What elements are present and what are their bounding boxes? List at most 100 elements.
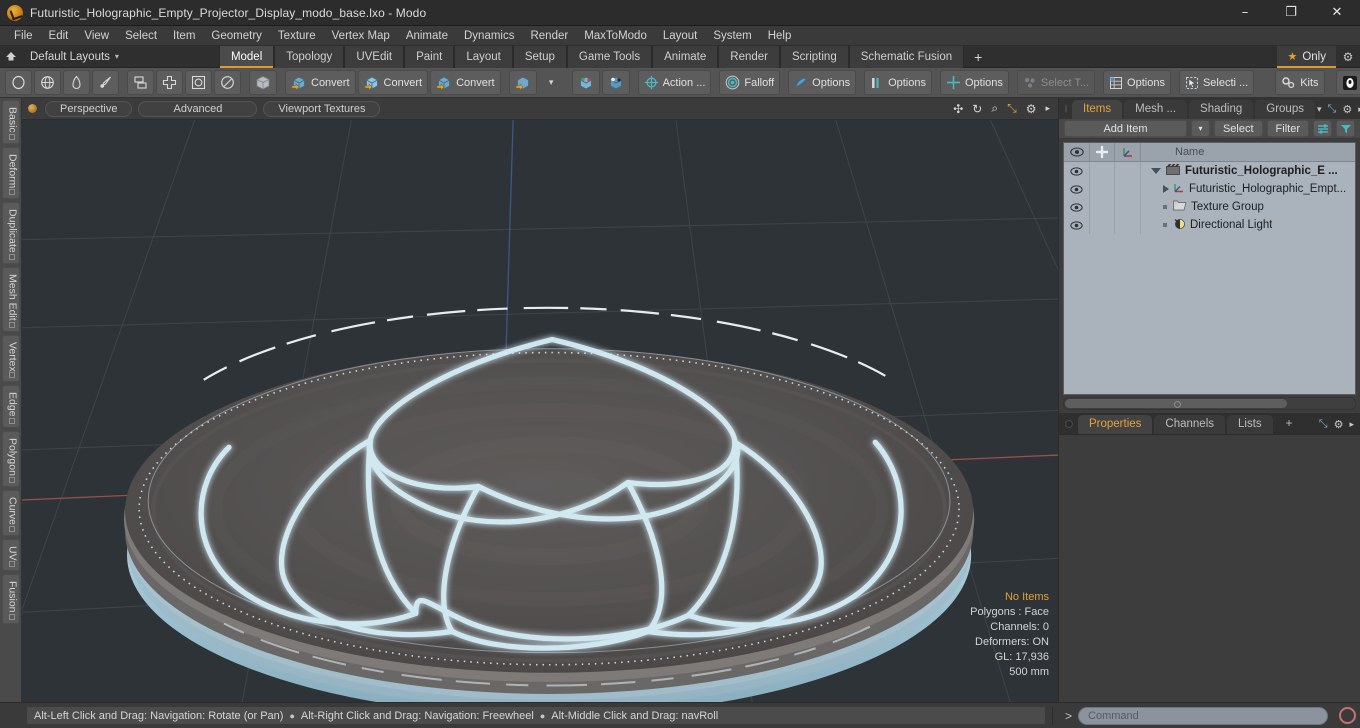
sidebar-item-duplicate[interactable]: Duplicate: [1, 202, 20, 264]
item-row-mesh[interactable]: Futuristic_Holographic_Empt...: [1141, 182, 1346, 196]
minimize-button[interactable]: –: [1222, 0, 1268, 26]
viewport-shading-button[interactable]: Advanced: [138, 100, 258, 117]
properties-more-icon[interactable]: ▸: [1349, 419, 1354, 430]
menu-geometry[interactable]: Geometry: [203, 26, 270, 46]
tab-game-tools[interactable]: Game Tools: [566, 45, 653, 68]
record-macro-icon[interactable]: [1339, 707, 1357, 724]
convert-button-2[interactable]: Convert: [357, 70, 429, 95]
tab-dropdown-icon[interactable]: ▾: [1317, 104, 1322, 115]
options-button-4[interactable]: Options: [1103, 70, 1171, 95]
sidebar-item-mesh-edit[interactable]: Mesh Edit: [1, 266, 20, 332]
pan-icon[interactable]: ✣: [953, 102, 963, 116]
viewport-textures-button[interactable]: Viewport Textures: [263, 100, 381, 117]
item-list[interactable]: Name Futuristic_Holographic_E ... Futuri…: [1063, 142, 1356, 395]
default-layouts-dropdown[interactable]: Default Layouts ▾: [22, 51, 127, 63]
cube-grey-icon[interactable]: [249, 70, 277, 95]
tab-paint[interactable]: Paint: [404, 45, 455, 68]
rotate-icon[interactable]: ↻: [972, 102, 982, 116]
snap-cube-icon[interactable]: [571, 70, 600, 95]
sidebar-item-fusion[interactable]: Fusion: [1, 574, 20, 624]
row-channel-cell[interactable]: [1090, 216, 1115, 234]
properties-content-area[interactable]: [1059, 434, 1360, 702]
expander-down-icon[interactable]: [1151, 168, 1161, 174]
mirror-icon[interactable]: [127, 70, 154, 95]
row-transform-cell[interactable]: [1115, 198, 1141, 216]
tab-uvedit[interactable]: UVEdit: [344, 45, 405, 68]
tab-channels[interactable]: Channels: [1154, 415, 1226, 434]
tab-items[interactable]: Items: [1072, 100, 1123, 119]
menu-vertex-map[interactable]: Vertex Map: [324, 26, 398, 46]
viewport-active-dot[interactable]: [28, 104, 37, 113]
smooth-icon[interactable]: [214, 70, 241, 95]
viewport-more-icon[interactable]: ▸: [1045, 103, 1050, 114]
fit-icon[interactable]: ⤡: [1007, 101, 1017, 116]
close-button[interactable]: ✕: [1314, 0, 1360, 26]
tab-mesh[interactable]: Mesh ...: [1124, 100, 1188, 119]
sidebar-item-polygon[interactable]: Polygon: [1, 430, 20, 487]
menu-render[interactable]: Render: [522, 26, 576, 46]
tab-model[interactable]: Model: [218, 45, 275, 68]
list-options-icon[interactable]: [1313, 120, 1332, 137]
convert-button-1[interactable]: Convert: [285, 70, 356, 95]
item-row-scene[interactable]: Futuristic_Holographic_E ...: [1141, 164, 1338, 178]
pen-primitive-icon[interactable]: [92, 70, 119, 95]
filter-button[interactable]: Filter: [1266, 120, 1309, 137]
tab-groups[interactable]: Groups: [1255, 100, 1315, 119]
table-row[interactable]: Texture Group: [1064, 198, 1355, 216]
preset-browser-icon[interactable]: [1335, 70, 1360, 95]
snap-cube-alt-icon[interactable]: [601, 70, 630, 95]
tab-layout[interactable]: Layout: [454, 45, 513, 68]
expand-properties-icon[interactable]: ⤡: [1319, 418, 1328, 431]
tab-render[interactable]: Render: [718, 45, 780, 68]
convert-button-3[interactable]: Convert: [430, 70, 501, 95]
gear-icon[interactable]: ⚙: [1336, 46, 1360, 68]
menu-animate[interactable]: Animate: [398, 26, 456, 46]
home-icon[interactable]: [0, 47, 22, 67]
row-transform-cell[interactable]: [1115, 180, 1141, 198]
table-row[interactable]: Futuristic_Holographic_Empt...: [1064, 180, 1355, 198]
sidebar-item-curve[interactable]: Curve: [1, 489, 20, 536]
sidebar-item-basic[interactable]: Basic: [1, 100, 20, 144]
row-transform-cell[interactable]: [1115, 216, 1141, 234]
command-input[interactable]: Command: [1078, 706, 1329, 725]
menu-texture[interactable]: Texture: [270, 26, 324, 46]
tab-topology[interactable]: Topology: [274, 45, 345, 68]
item-row-directional-light[interactable]: Directional Light: [1141, 218, 1272, 233]
circle-primitive-icon[interactable]: [5, 70, 32, 95]
sidebar-item-vertex[interactable]: Vertex: [1, 334, 20, 383]
options-button-1[interactable]: Options: [788, 70, 857, 95]
menu-file[interactable]: File: [6, 26, 41, 46]
panel-gear-icon[interactable]: ⚙: [1342, 103, 1352, 116]
menu-dynamics[interactable]: Dynamics: [456, 26, 522, 46]
zoom-icon[interactable]: ⌕: [991, 101, 998, 116]
sidebar-item-edge[interactable]: Edge: [1, 385, 20, 428]
viewport-projection-button[interactable]: Perspective: [45, 100, 133, 117]
only-toggle-button[interactable]: ★ Only: [1277, 45, 1336, 68]
maximize-button[interactable]: ❐: [1268, 0, 1314, 26]
item-row-texture-group[interactable]: Texture Group: [1141, 200, 1264, 214]
menu-item[interactable]: Item: [165, 26, 203, 46]
selection-set-button[interactable]: Selecti ...: [1178, 70, 1255, 95]
filter-funnel-icon[interactable]: [1336, 120, 1355, 137]
bevel-icon[interactable]: [185, 70, 212, 95]
options-button-3[interactable]: Options: [940, 70, 1009, 95]
add-item-caret-button[interactable]: ▾: [1190, 120, 1210, 137]
table-row[interactable]: Directional Light: [1064, 216, 1355, 234]
tab-shading[interactable]: Shading: [1189, 100, 1254, 119]
add-properties-tab-button[interactable]: +: [1275, 415, 1304, 434]
table-row[interactable]: Futuristic_Holographic_E ...: [1064, 162, 1355, 180]
select-button[interactable]: Select: [1213, 120, 1263, 137]
add-tab-button[interactable]: +: [964, 46, 992, 68]
array-icon[interactable]: [156, 70, 183, 95]
row-visibility-toggle[interactable]: [1064, 198, 1090, 216]
action-center-button[interactable]: Action ...: [637, 70, 712, 95]
cube-small-icon[interactable]: [508, 70, 537, 95]
row-channel-cell[interactable]: [1090, 198, 1115, 216]
options-button-2[interactable]: Options: [864, 70, 932, 95]
expander-right-icon[interactable]: [1163, 185, 1169, 193]
menu-view[interactable]: View: [76, 26, 117, 46]
tab-setup[interactable]: Setup: [512, 45, 567, 68]
chevron-down-icon[interactable]: ▾: [539, 70, 564, 95]
tab-schematic-fusion[interactable]: Schematic Fusion: [848, 45, 965, 68]
menu-layout[interactable]: Layout: [655, 26, 706, 46]
